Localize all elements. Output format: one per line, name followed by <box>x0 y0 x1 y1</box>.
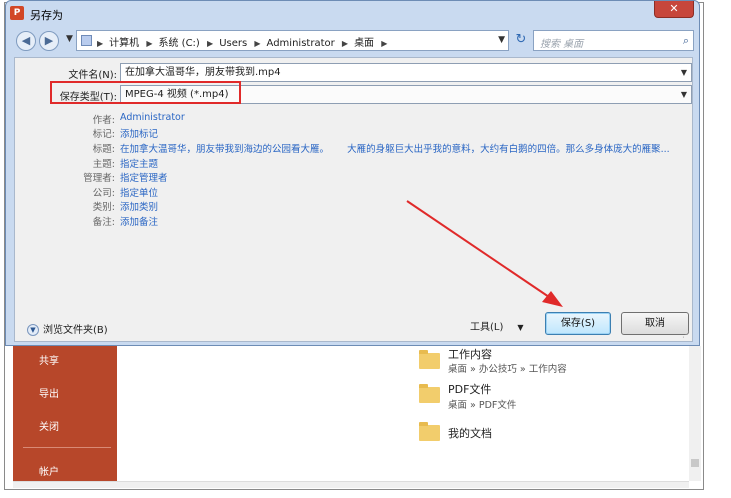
backstage-nav-share[interactable]: 共享 <box>39 352 59 367</box>
save-type-dropdown-chevron-icon[interactable]: ▼ <box>681 86 687 103</box>
recent-folders-panel <box>118 346 701 482</box>
expand-chevron-icon: ▼ <box>27 324 39 336</box>
address-dropdown-chevron-icon[interactable]: ▼ <box>498 35 505 45</box>
meta-company-label: 公司: <box>92 188 115 199</box>
breadcrumb-item[interactable]: Administrator <box>267 38 335 49</box>
meta-comments-label: 备注: <box>92 217 115 228</box>
recent-locations-chevron-icon[interactable]: ▼ <box>66 34 73 44</box>
recent-folder-title[interactable]: 工作内容 <box>448 346 492 362</box>
browse-folders-toggle[interactable]: ▼ 浏览文件夹(B) <box>27 321 108 336</box>
meta-author-value[interactable]: Administrator <box>120 112 185 123</box>
vertical-scrollbar[interactable] <box>689 346 701 481</box>
save-as-dialog: P 另存为 ✕ ◀ ▶ ▼ ▶ 计算机 ▶ 系统 (C:) ▶ Users ▶ Admi… <box>5 0 700 346</box>
back-button[interactable]: ◀ <box>16 31 36 51</box>
breadcrumb-separator-icon[interactable]: ▶ <box>254 39 260 48</box>
resize-grip-icon[interactable]: ⋰ <box>682 330 690 339</box>
meta-title-value[interactable]: 在加拿大温哥华，朋友带我到海边的公园看大雁。 大雁的身躯巨大出乎我的意料，大约有… <box>120 141 692 155</box>
meta-tags-label: 标记: <box>92 129 115 140</box>
filename-label: 文件名(N): <box>68 70 117 81</box>
scrollbar-thumb[interactable] <box>691 459 699 467</box>
dialog-title: 另存为 <box>30 9 63 22</box>
backstage-nav: 共享 导出 关闭 帐户 <box>13 346 117 482</box>
backstage-nav-divider <box>23 447 111 448</box>
address-bar[interactable]: ▶ 计算机 ▶ 系统 (C:) ▶ Users ▶ Administrator ▶ 桌面 … <box>76 30 509 51</box>
powerpoint-icon: P <box>10 6 24 20</box>
cancel-button[interactable]: 取消 <box>621 312 689 335</box>
breadcrumb-item[interactable]: Users <box>219 38 247 49</box>
highlight-box <box>50 81 241 104</box>
breadcrumb-item[interactable]: 桌面 <box>354 38 374 49</box>
meta-manager-value[interactable]: 指定管理者 <box>120 170 168 184</box>
folder-icon <box>419 422 440 441</box>
search-icon[interactable]: ⌕ <box>683 34 689 48</box>
recent-folder-path: 桌面 » PDF文件 <box>448 400 517 411</box>
forward-button[interactable]: ▶ <box>39 31 59 51</box>
breadcrumb-separator-icon[interactable]: ▶ <box>342 39 348 48</box>
meta-title-label: 标题: <box>92 144 115 155</box>
backstage-nav-account[interactable]: 帐户 <box>39 463 59 478</box>
tools-menu[interactable]: 工具(L) ▼ <box>470 318 524 333</box>
browse-folders-label: 浏览文件夹(B) <box>43 325 108 336</box>
folder-icon <box>419 350 440 369</box>
save-form: 文件名(N): 在加拿大温哥华，朋友带我到.mp4 ▼ 保存类型(T): MPE… <box>14 57 693 342</box>
breadcrumb-item[interactable]: 系统 (C:) <box>159 38 200 49</box>
recent-folder-path: 桌面 » 办公技巧 » 工作内容 <box>448 364 567 375</box>
breadcrumb: ▶ 计算机 ▶ 系统 (C:) ▶ Users ▶ Administrator ▶ 桌面 … <box>97 34 393 49</box>
refresh-icon[interactable]: ↻ <box>512 30 530 51</box>
meta-company-value[interactable]: 指定单位 <box>120 185 158 199</box>
meta-manager-label: 管理者: <box>83 173 115 184</box>
breadcrumb-separator-icon[interactable]: ▶ <box>146 39 152 48</box>
breadcrumb-item[interactable]: 计算机 <box>109 38 139 49</box>
tools-label: 工具(L) <box>470 322 504 333</box>
search-placeholder: 搜索 桌面 <box>540 39 584 50</box>
folder-icon <box>419 384 440 403</box>
save-button[interactable]: 保存(S) <box>545 312 611 335</box>
close-button[interactable]: ✕ <box>654 1 694 18</box>
meta-comments-value[interactable]: 添加备注 <box>120 214 158 228</box>
recent-folder-title[interactable]: PDF文件 <box>448 381 491 397</box>
breadcrumb-separator-icon[interactable]: ▶ <box>381 39 387 48</box>
search-input[interactable]: 搜索 桌面 ⌕ <box>533 30 694 51</box>
recent-folder-title[interactable]: 我的文档 <box>448 425 492 441</box>
meta-author-label: 作者: <box>92 115 115 126</box>
breadcrumb-separator-icon[interactable]: ▶ <box>97 39 103 48</box>
filename-field[interactable]: 在加拿大温哥华，朋友带我到.mp4 ▼ <box>120 63 692 82</box>
meta-category-value[interactable]: 添加类别 <box>120 199 158 213</box>
filename-value: 在加拿大温哥华，朋友带我到.mp4 <box>125 67 281 78</box>
computer-icon <box>81 35 92 46</box>
backstage-nav-export[interactable]: 导出 <box>39 385 59 400</box>
tools-dropdown-chevron-icon: ▼ <box>517 323 524 332</box>
breadcrumb-separator-icon[interactable]: ▶ <box>207 39 213 48</box>
horizontal-scrollbar[interactable] <box>13 481 689 488</box>
filename-dropdown-chevron-icon[interactable]: ▼ <box>681 64 687 81</box>
navigation-bar: ◀ ▶ ▼ ▶ 计算机 ▶ 系统 (C:) ▶ Users ▶ Administrato… <box>6 28 699 54</box>
backstage-nav-close[interactable]: 关闭 <box>39 418 59 433</box>
dialog-titlebar[interactable]: P 另存为 ✕ <box>6 1 699 26</box>
meta-tags-value[interactable]: 添加标记 <box>120 126 158 140</box>
meta-subject-label: 主题: <box>92 159 115 170</box>
meta-category-label: 类别: <box>92 202 115 213</box>
meta-subject-value[interactable]: 指定主题 <box>120 156 158 170</box>
